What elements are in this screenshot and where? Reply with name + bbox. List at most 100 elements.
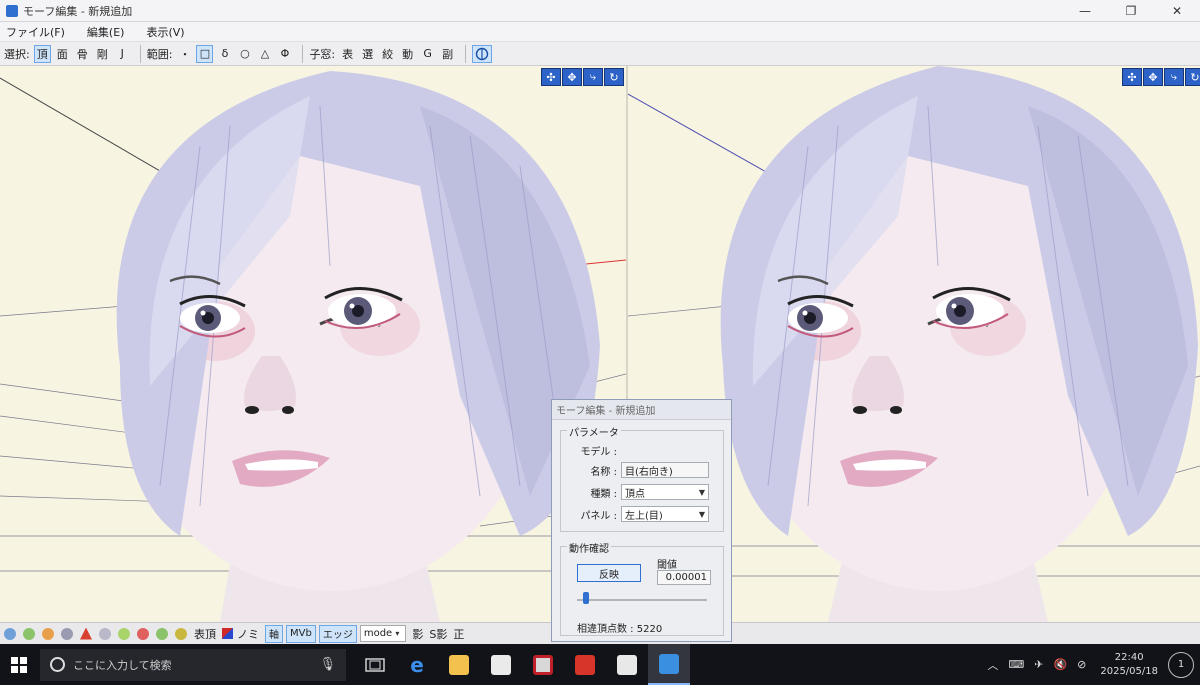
model-label: モデル : [580, 446, 617, 458]
clock[interactable]: 22:40 2025/05/18 [1100, 651, 1158, 679]
zoom-icon[interactable]: ⤷ [1164, 68, 1184, 86]
child-table-button[interactable]: 表 [339, 45, 356, 63]
range-circle-button[interactable]: ○ [236, 45, 253, 63]
type-select[interactable]: 頂点 ▼ [621, 484, 709, 500]
chevron-up-icon[interactable]: ︿ [987, 657, 998, 673]
model-render-left [0, 71, 626, 622]
model-row: モデル : [561, 441, 725, 459]
close-button[interactable]: ✕ [1154, 0, 1200, 22]
network-icon[interactable]: ⌨ [1008, 658, 1024, 671]
notification-badge[interactable]: 1 [1168, 651, 1194, 678]
menu-file[interactable]: ファイル(F) [6, 24, 65, 40]
pan-icon[interactable]: ✥ [1143, 68, 1163, 86]
minimize-button[interactable]: — [1062, 0, 1108, 22]
child-select-button[interactable]: 選 [359, 45, 376, 63]
move-icon[interactable]: ✣ [541, 68, 561, 86]
chevron-down-icon: ▾ [395, 629, 400, 638]
child-sub-button[interactable]: 副 [439, 45, 456, 63]
clock-date: 2025/05/18 [1100, 665, 1158, 677]
orthographic-toggle[interactable]: 正 [453, 626, 464, 642]
threshold-input[interactable]: 0.00001 [657, 570, 711, 585]
joint-icon[interactable] [175, 627, 187, 640]
select-face-button[interactable]: 面 [54, 45, 71, 63]
window-controls: — ❐ ✕ [1062, 0, 1200, 22]
globe-icon[interactable] [4, 627, 16, 640]
block-icon[interactable]: ⊘ [1077, 658, 1086, 671]
edge-toggle[interactable]: エッジ [318, 624, 357, 643]
params-group-label: パラメータ [567, 424, 621, 439]
title-bar: モーフ編集 - 新規追加 — ❐ ✕ [0, 0, 1200, 22]
volume-muted-icon[interactable]: 🔇 [1053, 658, 1067, 671]
shadow-toggle[interactable]: 影 [412, 626, 423, 642]
wave-icon[interactable] [99, 627, 111, 640]
menu-edit[interactable]: 編集(E) [87, 24, 125, 40]
range-phi-button[interactable]: Φ [276, 45, 293, 63]
target-icon[interactable] [472, 44, 493, 63]
file-explorer-icon[interactable] [438, 644, 480, 685]
rigid-icon[interactable] [156, 627, 168, 640]
range-point-button[interactable]: ・ [176, 45, 193, 63]
check-group-label: 動作確認 [567, 540, 611, 555]
move-icon[interactable]: ✣ [1122, 68, 1142, 86]
morph-slider-track[interactable] [577, 599, 707, 601]
store-icon[interactable] [480, 644, 522, 685]
color-swatch-icon[interactable] [222, 628, 233, 639]
toolbar-divider [302, 44, 304, 63]
select-vertex-button[interactable]: 頂 [33, 44, 51, 63]
mode-select[interactable]: mode ▾ [359, 625, 407, 642]
select-bone-button[interactable]: 骨 [74, 45, 91, 63]
panel-row: パネル : 左上(目) ▼ [561, 505, 725, 523]
leaf-icon[interactable] [23, 627, 35, 640]
child-group-button[interactable]: G [419, 45, 436, 63]
select-rigid-button[interactable]: 剛 [94, 45, 111, 63]
maximize-button[interactable]: ❐ [1108, 0, 1154, 22]
taskbar-search[interactable]: ここに入力して検索 🎙 [40, 648, 346, 681]
child-filter-button[interactable]: 絞 [379, 45, 396, 63]
microphone-icon[interactable]: 🎙 [319, 657, 336, 672]
range-rect-button[interactable]: □ [196, 44, 214, 63]
pen-app-icon[interactable] [564, 644, 606, 685]
name-input[interactable]: 目(右向き) [621, 462, 709, 478]
bone-icon[interactable] [137, 627, 149, 640]
range-triangle-button[interactable]: △ [256, 45, 273, 63]
no-label[interactable]: ノミ [237, 626, 259, 642]
panel-select[interactable]: 左上(目) ▼ [621, 506, 709, 522]
rotate-icon[interactable]: ↻ [1185, 68, 1200, 86]
self-shadow-toggle[interactable]: S影 [429, 626, 447, 642]
child-motion-button[interactable]: 動 [399, 45, 416, 63]
rotate-icon[interactable]: ↻ [604, 68, 624, 86]
mail-icon[interactable] [606, 644, 648, 685]
viewport-left[interactable]: ✣ ✥ ⤷ ↻ [0, 66, 626, 622]
edge-icon[interactable]: e [396, 644, 438, 685]
range-delta-button[interactable]: δ [216, 45, 233, 63]
chevron-down-icon: ▼ [698, 509, 705, 519]
toolbar-divider [465, 44, 467, 63]
axis-toggle[interactable]: 軸 [265, 624, 283, 643]
pmx-editor-icon[interactable] [648, 644, 690, 685]
windows-start-icon[interactable] [0, 644, 38, 685]
pan-icon[interactable]: ✥ [562, 68, 582, 86]
dialog-title: モーフ編集 - 新規追加 [552, 400, 731, 420]
menu-bar: ファイル(F) 編集(E) 表示(V) [0, 22, 1200, 42]
mvb-toggle[interactable]: MVb [286, 624, 316, 643]
params-group: パラメータ モデル : 名称 : 目(右向き) 種類 : 頂点 ▼ パネル : 左… [560, 424, 725, 532]
taskbar: ここに入力して検索 🎙 e ︿ ⌨ ✈ 🔇 ⊘ 22:40 2025/05/18… [0, 644, 1200, 685]
target-small-icon[interactable] [61, 627, 73, 640]
face-vertex-label[interactable]: 表頂 [194, 626, 216, 642]
window-title: モーフ編集 - 新規追加 [23, 4, 133, 18]
grid-icon[interactable] [118, 627, 130, 640]
zoom-icon[interactable]: ⤷ [583, 68, 603, 86]
task-view-icon[interactable] [354, 644, 396, 685]
triangle-icon[interactable] [80, 627, 92, 640]
select-joint-button[interactable]: J [114, 45, 131, 63]
chevron-down-icon: ▼ [698, 487, 705, 497]
mcafee-icon[interactable] [522, 644, 564, 685]
menu-view[interactable]: 表示(V) [146, 24, 184, 40]
morph-slider-thumb[interactable] [583, 592, 589, 604]
morph-edit-dialog: モーフ編集 - 新規追加 パラメータ モデル : 名称 : 目(右向き) 種類 … [551, 399, 732, 642]
airplane-icon[interactable]: ✈ [1034, 658, 1043, 671]
system-tray: ︿ ⌨ ✈ 🔇 ⊘ 22:40 2025/05/18 1 [987, 644, 1200, 685]
reflect-button[interactable]: 反映 [577, 564, 641, 582]
name-row: 名称 : 目(右向き) [561, 461, 725, 479]
material-icon[interactable] [42, 627, 54, 640]
